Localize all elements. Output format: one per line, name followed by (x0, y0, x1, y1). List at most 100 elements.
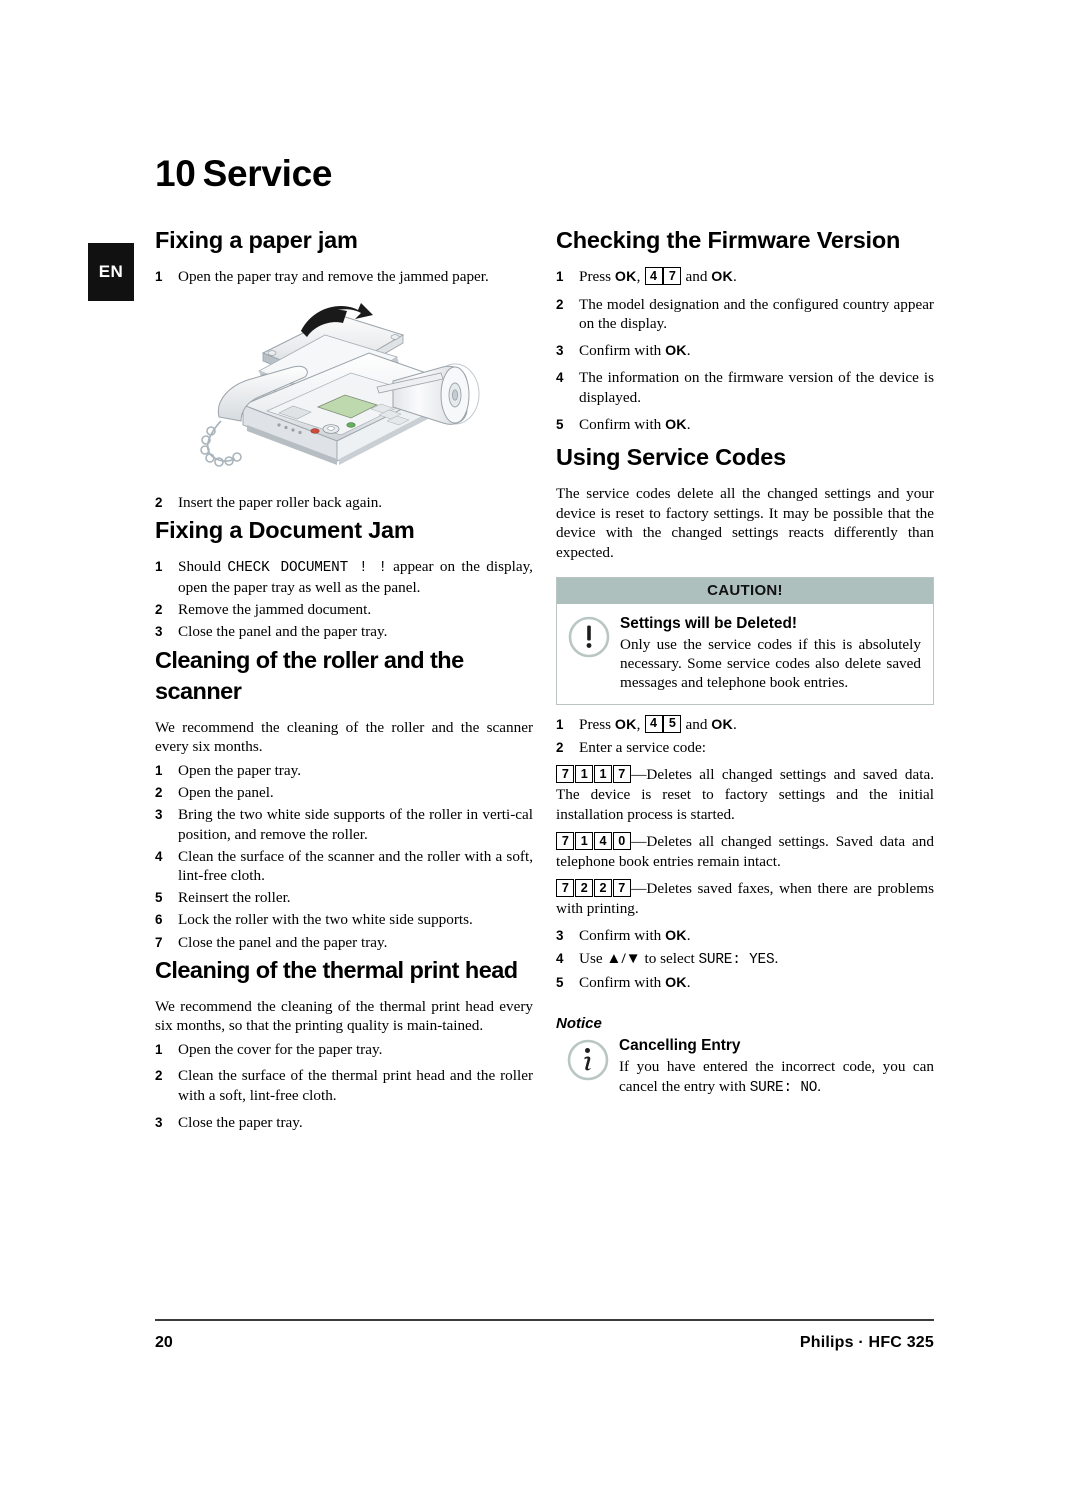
list-item: 1 Press OK, 47 and OK. (556, 267, 934, 288)
keypad-key-2: 2 (593, 879, 612, 898)
keypad-key-1: 1 (575, 765, 594, 784)
step-number: 1 (155, 1041, 163, 1057)
service-code-entry-7227: 7 2 2 7 —Deletes saved faxes, when there are… (556, 879, 934, 918)
steps-using-service-codes-cont: 3 Confirm with OK. 4 Use ▲/▼ to select S… (556, 926, 934, 994)
step-number: 1 (556, 716, 564, 732)
step-number: 1 (155, 558, 163, 574)
list-item: 3 Bring the two white side supports of th… (155, 805, 533, 844)
step-number: 5 (155, 890, 163, 906)
steps-using-service-codes: 1 Press OK, 45 and OK. 2 Enter a service… (556, 714, 934, 758)
list-item: 5 Reinsert the roller. (155, 888, 533, 908)
list-item: 6 Lock the roller with the two white side… (155, 910, 533, 930)
step-number: 3 (155, 806, 163, 822)
keypad-key-0: 0 (612, 832, 631, 851)
list-item: 5 Confirm with OK. (556, 415, 934, 436)
ok-key-label: OK (665, 342, 687, 359)
step-text: The model designation and the configured… (579, 295, 934, 333)
footer-divider (155, 1319, 934, 1321)
display-code: CHECK DOCUMENT ! ! (227, 559, 387, 576)
keypad-key-7: 7 (663, 267, 682, 285)
step-number: 2 (155, 494, 163, 510)
list-item: 2 Clean the surface of the thermal print … (155, 1066, 533, 1105)
step-number: 5 (556, 974, 564, 990)
step-text: Reinsert the roller. (178, 889, 291, 907)
step-text-end: . (732, 268, 737, 285)
keypad-key-5: 5 (663, 714, 682, 733)
language-tab-en: EN (88, 243, 134, 301)
steps-cleaning-thermal-print-head: 1 Open the cover for the paper tray. 2 Cle… (155, 1040, 533, 1132)
steps-fixing-paper-jam: 1 Open the paper tray and remove the jam… (155, 267, 533, 287)
step-text-end: . (732, 715, 737, 733)
keypad-key-4: 4 (593, 832, 612, 851)
list-item: 4 Use ▲/▼ to select SURE: YES. (556, 949, 934, 971)
step-text: Lock the roller with the two white side … (178, 911, 473, 929)
caution-text-block: Settings will be Deleted! Only use the s… (620, 614, 921, 693)
step-text-prefix: Confirm with (579, 415, 666, 433)
step-number: 1 (155, 762, 163, 778)
step-text-end: . (686, 926, 691, 944)
ok-key-label: OK (614, 716, 637, 733)
keypad-key-4: 4 (644, 714, 663, 733)
manual-page: 10 Service EN Fixing a paper jam 1 Open t… (0, 0, 1080, 1501)
list-item: 2 The model designation and the configur… (556, 295, 934, 334)
steps-fixing-paper-jam-cont: 2 Insert the paper roller back again. (155, 493, 533, 513)
keypad-key-7: 7 (556, 832, 575, 851)
list-item: 1 Open the cover for the paper tray. (155, 1040, 533, 1060)
step-number: 5 (556, 416, 564, 432)
step-text: Insert the paper roller back again. (178, 493, 383, 511)
list-item: 5 Confirm with OK. (556, 973, 934, 994)
step-text-mid: and (681, 715, 712, 733)
notice-text-suffix: . (817, 1077, 822, 1095)
fax-machine-illustration (155, 301, 533, 493)
step-text: Open the paper tray and remove the jamme… (178, 268, 489, 285)
service-code-entry-7140: 7 1 4 0 —Deletes all changed settings. Saved… (556, 832, 934, 871)
step-number: 1 (155, 269, 163, 284)
display-code: SURE: YES (698, 951, 775, 968)
chapter-number: 10 (155, 153, 196, 194)
notice-paragraph: If you have entered the incorrect code, … (619, 1057, 934, 1098)
step-text: Open the panel. (178, 783, 274, 801)
step-text-prefix: Confirm with (579, 973, 666, 991)
step-text: Clean the surface of the thermal print h… (178, 1067, 533, 1104)
step-text-prefix: Use (579, 949, 607, 967)
step-number: 4 (556, 950, 564, 966)
step-text-mid: and (681, 268, 712, 285)
chapter-title-text: Service (202, 153, 333, 194)
list-item: 2 Enter a service code: (556, 738, 934, 758)
info-circle-icon (567, 1039, 609, 1081)
steps-fixing-document-jam: 1 Should CHECK DOCUMENT ! ! appear on th… (155, 557, 533, 642)
ok-key-label: OK (665, 416, 687, 433)
heading-checking-firmware-version: Checking the Firmware Version (556, 227, 901, 253)
keypad-key-7: 7 (612, 765, 631, 784)
separator: , (636, 715, 645, 733)
intro-using-service-codes: The service codes delete all the changed… (556, 485, 934, 561)
step-number: 4 (155, 848, 163, 864)
notice-callout: Notice Cancelling Entry If you have ente… (556, 1015, 934, 1098)
step-text-prefix: Confirm with (579, 341, 666, 359)
step-number: 3 (155, 1114, 163, 1130)
step-text: Close the paper tray. (178, 1113, 303, 1131)
keypad-key-7: 7 (556, 879, 575, 898)
step-text: Open the paper tray. (178, 761, 301, 779)
intro-cleaning-thermal-print-head: We recommend the cleaning of the thermal… (155, 997, 533, 1035)
heading-fixing-paper-jam: Fixing a paper jam (155, 227, 358, 253)
caution-paragraph: Only use the service codes if this is ab… (620, 635, 921, 692)
step-number: 6 (155, 912, 163, 928)
list-item: 7 Close the panel and the paper tray. (155, 933, 533, 953)
step-text: Enter a service code: (579, 738, 706, 756)
steps-cleaning-roller-scanner: 1 Open the paper tray. 2 Open the panel. 3… (155, 761, 533, 952)
caution-callout: CAUTION! Settings will be Deleted! Only … (556, 576, 934, 705)
separator: , (636, 268, 645, 285)
caution-header: CAUTION! (557, 577, 933, 604)
step-text: Clean the surface of the scanner and the… (178, 847, 533, 885)
step-text-end: . (774, 949, 779, 967)
heading-cleaning-roller-scanner: Cleaning of the roller and the scanner (155, 646, 464, 704)
list-item: 2 Open the panel. (155, 783, 533, 803)
list-item: 3 Close the panel and the paper tray. (155, 622, 533, 642)
notice-body: Cancelling Entry If you have entered the… (556, 1036, 934, 1098)
step-number: 3 (556, 342, 564, 358)
steps-checking-firmware-version: 1 Press OK, 47 and OK. 2 The model desig… (556, 267, 934, 435)
footer-page-number: 20 (155, 1334, 173, 1351)
step-text-prefix: Press (579, 268, 615, 285)
step-number: 2 (155, 1068, 163, 1084)
